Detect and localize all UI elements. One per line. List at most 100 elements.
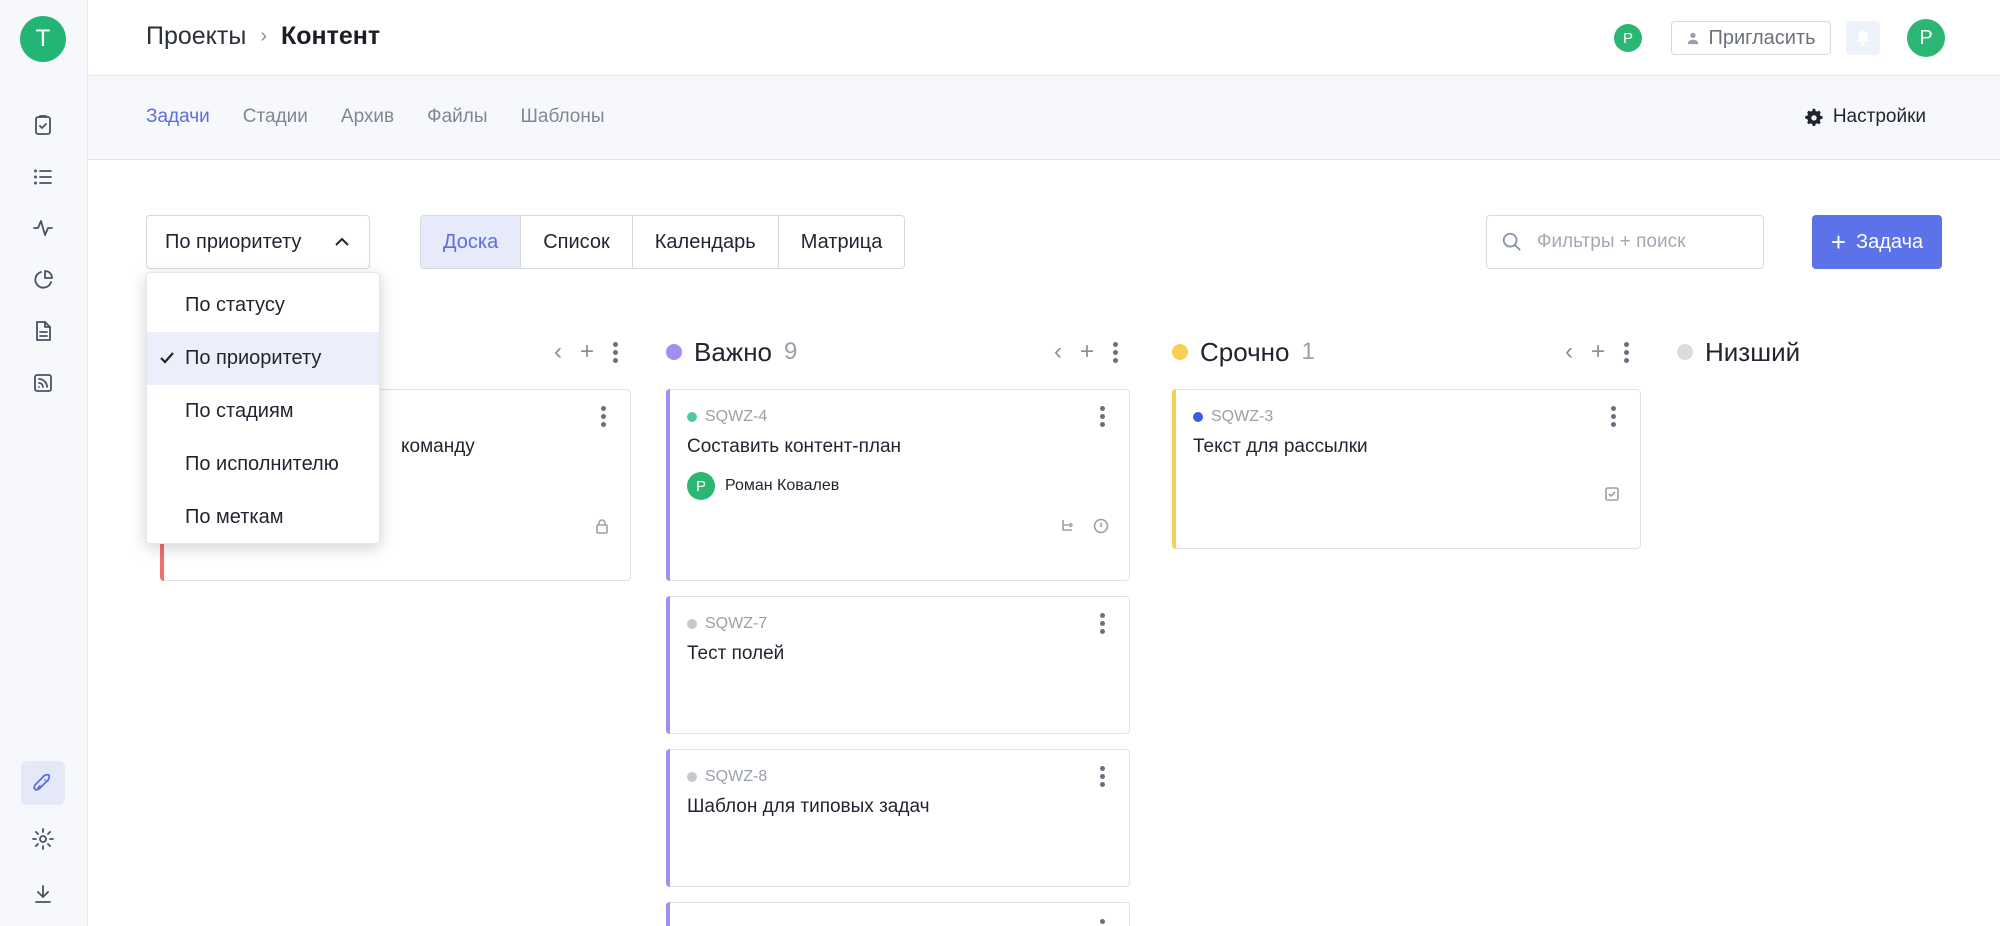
tab-stages[interactable]: Стадии: [243, 106, 308, 128]
pie-chart-icon[interactable]: [26, 263, 60, 297]
plus-icon: +: [1830, 227, 1847, 257]
card-menu-icon[interactable]: [600, 406, 606, 427]
breadcrumb: Проекты › Контент: [146, 22, 380, 51]
assignee-name: Роман Ковалев: [725, 477, 840, 494]
add-card-icon[interactable]: +: [1080, 338, 1094, 366]
grouping-select[interactable]: По приоритету: [146, 215, 370, 269]
avatar: P: [687, 472, 715, 500]
tab-archive[interactable]: Архив: [341, 106, 394, 128]
add-card-icon[interactable]: +: [1591, 338, 1605, 366]
download-icon[interactable]: [26, 877, 60, 911]
task-card[interactable]: SQWZ-7 Тест полей: [666, 596, 1130, 734]
option-label: По приоритету: [185, 347, 322, 369]
card-assignee: P Роман Ковалев: [687, 472, 839, 500]
column-color-dot: [1677, 344, 1693, 360]
collapse-left-icon[interactable]: ‹: [554, 338, 562, 366]
column-header-lowest: Низший: [1677, 335, 1800, 369]
card-id-text: SQWZ-4: [705, 408, 768, 425]
gear-icon[interactable]: [26, 822, 60, 856]
card-priority-stripe: [666, 749, 670, 887]
invite-label: Пригласить: [1708, 26, 1816, 49]
gear-icon: [1805, 108, 1823, 126]
card-menu-icon[interactable]: [1099, 766, 1105, 787]
column-count: 9: [784, 338, 798, 365]
card-priority-stripe: [666, 596, 670, 734]
option-label: По статусу: [185, 294, 285, 316]
column-title: Срочно: [1200, 336, 1290, 367]
task-card[interactable]: [666, 902, 1130, 926]
grouping-option-stages[interactable]: По стадиям: [147, 385, 379, 438]
card-menu-icon[interactable]: [1610, 406, 1616, 427]
column-header-important: Важно 9: [666, 335, 797, 369]
card-title: Тест полей: [687, 643, 785, 664]
column-menu-icon[interactable]: [1112, 341, 1118, 363]
card-menu-icon[interactable]: [1099, 406, 1105, 427]
card-id-text: SQWZ-7: [705, 615, 768, 632]
member-avatar[interactable]: P: [1614, 24, 1642, 52]
top-header: Проекты › Контент P Пригласить P: [88, 0, 2000, 76]
column-menu-icon[interactable]: [1623, 341, 1629, 363]
task-card[interactable]: SQWZ-3 Текст для рассылки: [1172, 389, 1641, 549]
status-dot: [1193, 412, 1203, 422]
collapse-left-icon[interactable]: ‹: [1054, 338, 1062, 366]
user-icon: [1688, 32, 1699, 45]
add-card-icon[interactable]: +: [580, 338, 594, 366]
rss-icon[interactable]: [26, 366, 60, 400]
add-task-button[interactable]: + Задача: [1812, 215, 1942, 269]
option-label: По исполнителю: [185, 453, 339, 475]
tab-templates[interactable]: Шаблоны: [521, 106, 605, 128]
invite-button[interactable]: Пригласить: [1671, 21, 1831, 55]
grouping-option-priority[interactable]: По приоритету: [147, 332, 379, 385]
tab-files[interactable]: Файлы: [427, 106, 487, 128]
sub-navigation: Задачи Стадии Архив Файлы Шаблоны Настро…: [88, 76, 2000, 160]
status-dot: [687, 412, 697, 422]
grouping-option-status[interactable]: По статусу: [147, 279, 379, 332]
list-icon[interactable]: [26, 160, 60, 194]
document-icon[interactable]: [26, 314, 60, 348]
breadcrumb-projects[interactable]: Проекты: [146, 22, 246, 51]
tasks-icon[interactable]: [26, 108, 60, 142]
option-label: По стадиям: [185, 400, 294, 422]
search-box: [1486, 215, 1764, 269]
status-dot: [687, 772, 697, 782]
column-title: Важно: [694, 336, 773, 367]
activity-icon[interactable]: [26, 211, 60, 245]
task-card[interactable]: SQWZ-8 Шаблон для типовых задач: [666, 749, 1130, 887]
task-card[interactable]: SQWZ-4 Составить контент-план P Роман Ко…: [666, 389, 1130, 581]
search-input[interactable]: [1537, 231, 1737, 253]
card-title: Составить контент-план: [687, 436, 902, 457]
card-id: SQWZ-7: [687, 615, 767, 633]
info-icon: [1093, 518, 1109, 534]
search-icon: [1502, 232, 1521, 251]
card-priority-stripe: [666, 389, 670, 581]
view-matrix-button[interactable]: Матрица: [778, 216, 905, 268]
column-header-urgent: Срочно 1: [1172, 335, 1315, 369]
card-icons: [1604, 486, 1620, 502]
view-board-button[interactable]: Доска: [421, 216, 522, 268]
grouping-selected-label: По приоритету: [165, 230, 302, 253]
view-calendar-button[interactable]: Календарь: [632, 216, 779, 268]
settings-button[interactable]: Настройки: [1805, 106, 1926, 128]
grouping-dropdown-menu: По статусу По приоритету По стадиям По и…: [146, 272, 380, 544]
collapse-left-icon[interactable]: ‹: [1565, 338, 1573, 366]
tab-bar: Задачи Стадии Архив Файлы Шаблоны: [146, 106, 605, 128]
column-color-dot: [1172, 344, 1188, 360]
user-avatar[interactable]: P: [1907, 19, 1945, 57]
rocket-icon[interactable]: [21, 761, 65, 805]
grouping-option-assignee[interactable]: По исполнителю: [147, 438, 379, 491]
column-color-dot: [666, 344, 682, 360]
card-menu-icon[interactable]: [1099, 613, 1105, 634]
card-id-text: SQWZ-3: [1211, 408, 1274, 425]
column-menu-icon[interactable]: [612, 341, 618, 363]
tab-tasks[interactable]: Задачи: [146, 106, 210, 128]
card-priority-stripe: [666, 902, 670, 926]
workspace-logo[interactable]: T: [20, 16, 66, 62]
view-list-button[interactable]: Список: [521, 216, 633, 268]
notifications-button[interactable]: [1846, 21, 1880, 55]
card-title-fragment: команду: [401, 436, 475, 457]
subtasks-icon: [1062, 520, 1074, 531]
view-switcher: Доска Список Календарь Матрица: [420, 215, 906, 269]
card-menu-icon[interactable]: [1099, 919, 1105, 926]
column-actions: ‹ +: [1054, 338, 1118, 366]
grouping-option-labels[interactable]: По меткам: [147, 491, 379, 544]
